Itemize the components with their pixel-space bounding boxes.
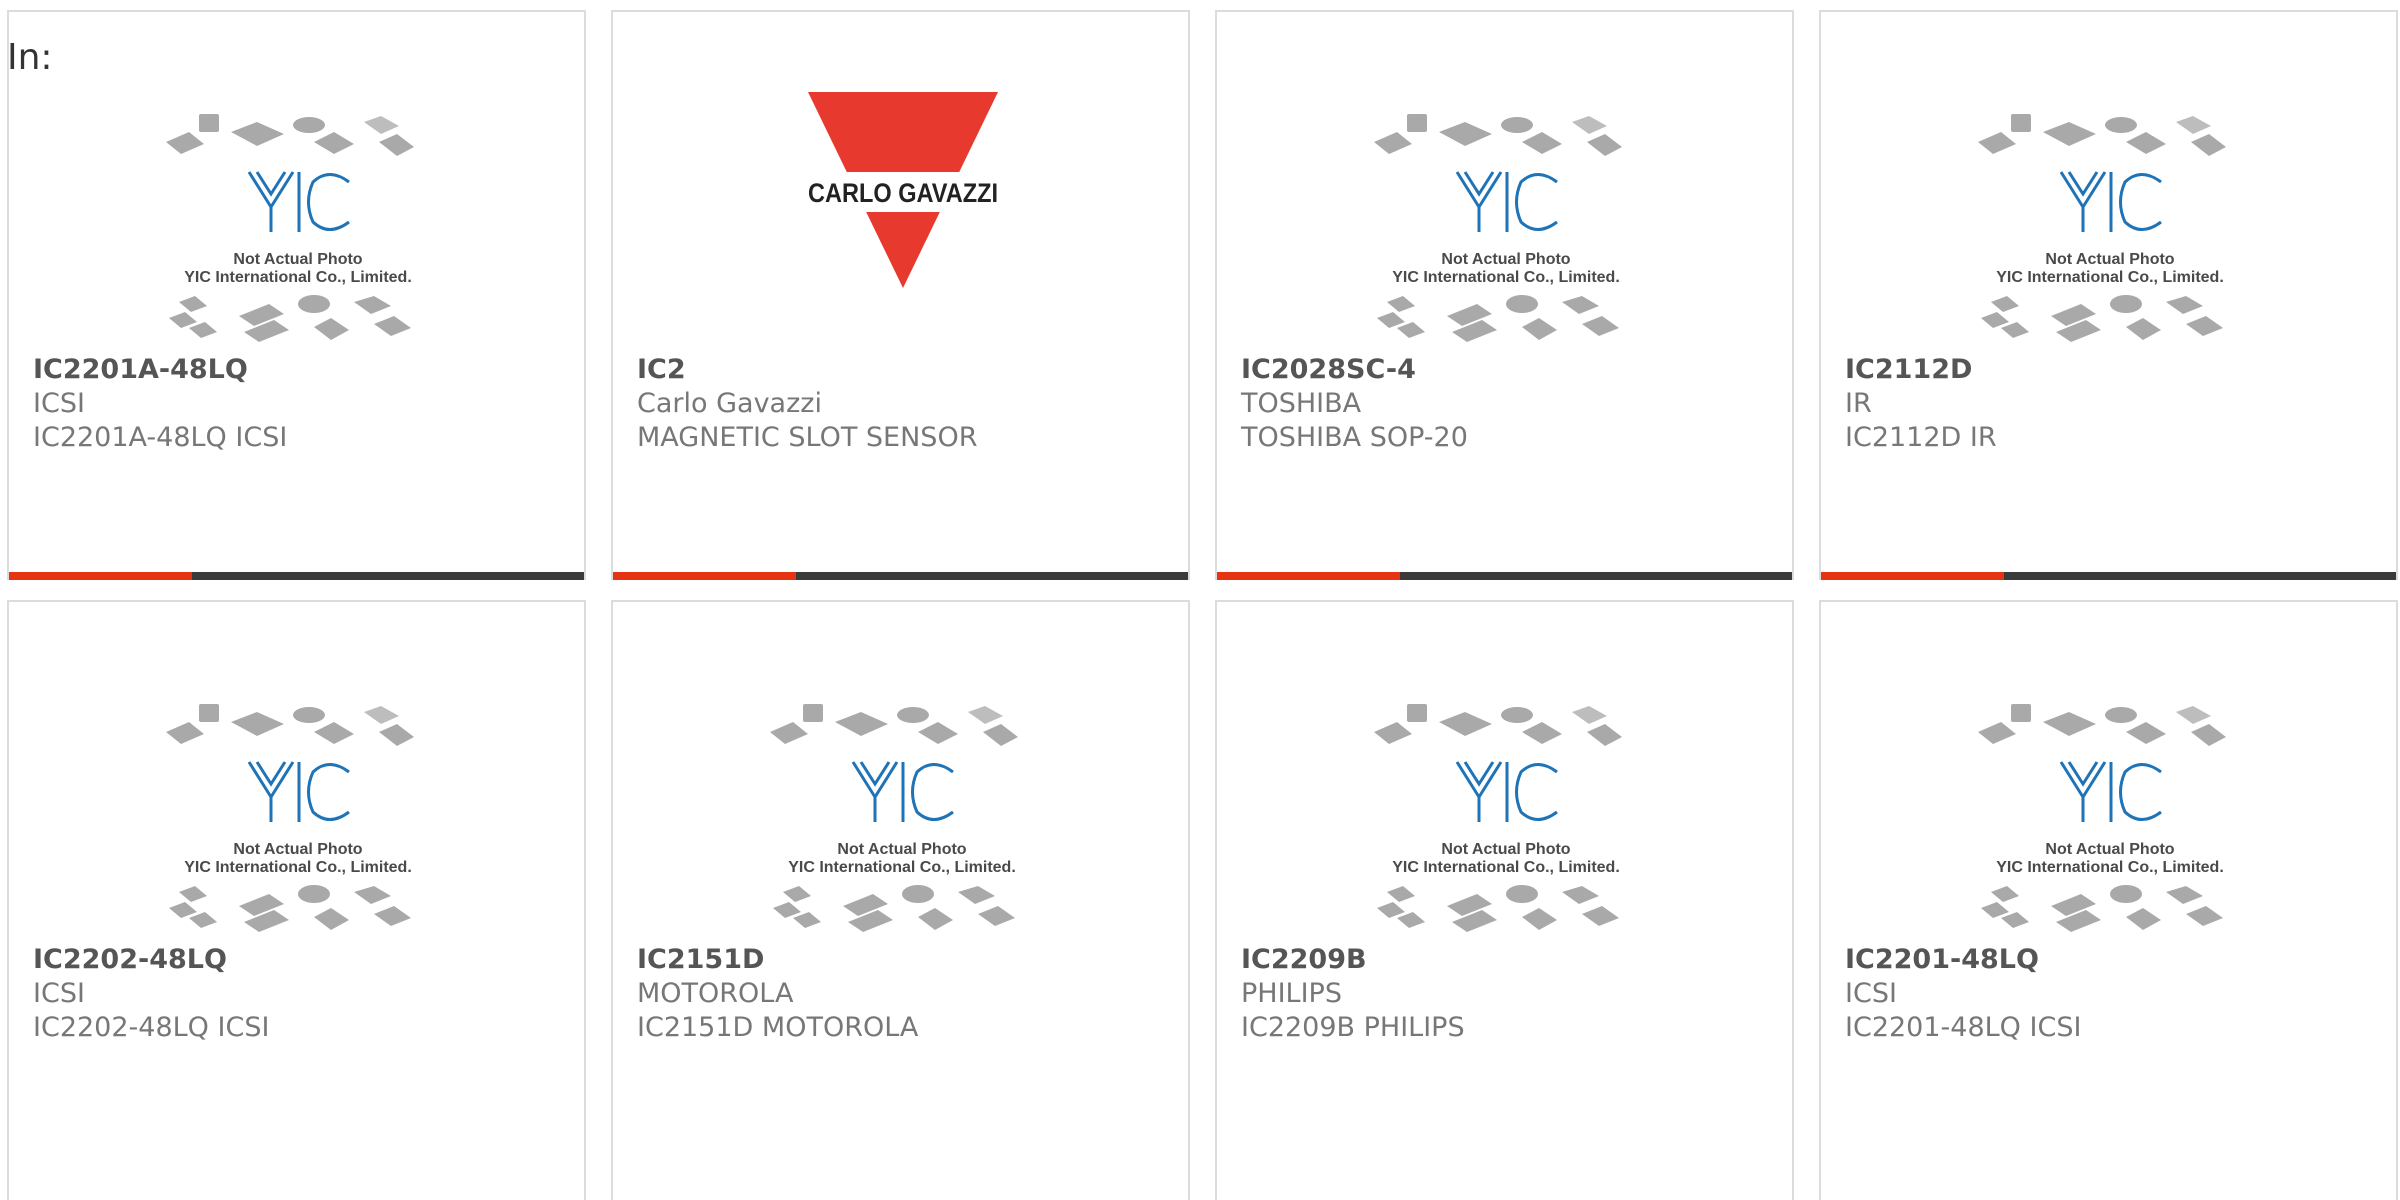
svg-text:CARLO GAVAZZI: CARLO GAVAZZI <box>808 178 998 208</box>
product-image-placeholder: Not Actual Photo YIC International Co., … <box>1821 682 2396 952</box>
card-bottom-bar <box>1821 572 2396 580</box>
svg-text:Not Actual Photo: Not Actual Photo <box>2045 841 2174 858</box>
svg-text:Not Actual Photo: Not Actual Photo <box>233 251 362 268</box>
svg-text:Not Actual Photo: Not Actual Photo <box>1441 251 1570 268</box>
product-description: IC2201-48LQ ICSI <box>1845 1012 2082 1043</box>
svg-text:Not Actual Photo: Not Actual Photo <box>2045 251 2174 268</box>
product-manufacturer: IR <box>1845 388 1872 419</box>
product-manufacturer: Carlo Gavazzi <box>637 388 822 419</box>
product-image-placeholder: Not Actual Photo YIC International Co., … <box>1821 92 2396 362</box>
product-card[interactable]: Not Actual Photo YIC International Co., … <box>1215 10 1794 580</box>
product-part-number[interactable]: IC2201A-48LQ <box>33 354 248 385</box>
product-manufacturer: ICSI <box>1845 978 1897 1009</box>
product-image-placeholder: Not Actual Photo YIC International Co., … <box>9 682 584 952</box>
svg-text:YIC International Co., Limited: YIC International Co., Limited. <box>1392 859 1620 876</box>
product-manufacturer: ICSI <box>33 388 85 419</box>
product-image-placeholder: Not Actual Photo YIC International Co., … <box>1217 682 1792 952</box>
product-description: TOSHIBA SOP-20 <box>1241 422 1468 453</box>
product-part-number[interactable]: IC2112D <box>1845 354 1972 385</box>
product-description: MAGNETIC SLOT SENSOR <box>637 422 978 453</box>
product-description: IC2151D MOTOROLA <box>637 1012 919 1043</box>
product-card[interactable]: Not Actual Photo YIC International Co., … <box>7 600 586 1200</box>
product-image-placeholder: Not Actual Photo YIC International Co., … <box>9 92 584 362</box>
svg-text:YIC International Co., Limited: YIC International Co., Limited. <box>184 859 412 876</box>
product-description: IC2112D IR <box>1845 422 1997 453</box>
svg-text:Not Actual Photo: Not Actual Photo <box>233 841 362 858</box>
product-image-placeholder: Not Actual Photo YIC International Co., … <box>613 682 1188 952</box>
svg-text:Not Actual Photo: Not Actual Photo <box>837 841 966 858</box>
product-card[interactable]: Not Actual Photo YIC International Co., … <box>1215 600 1794 1200</box>
product-manufacturer: TOSHIBA <box>1241 388 1362 419</box>
card-bottom-bar <box>1217 572 1792 580</box>
product-description: IC2209B PHILIPS <box>1241 1012 1465 1043</box>
product-manufacturer: MOTOROLA <box>637 978 794 1009</box>
product-description: IC2201A-48LQ ICSI <box>33 422 288 453</box>
product-description: IC2202-48LQ ICSI <box>33 1012 270 1043</box>
product-manufacturer: ICSI <box>33 978 85 1009</box>
card-bottom-bar <box>9 572 584 580</box>
card-bottom-bar <box>613 572 1188 580</box>
filter-label: In: <box>7 37 53 78</box>
product-card[interactable]: Not Actual Photo YIC International Co., … <box>611 600 1190 1200</box>
product-part-number[interactable]: IC2201-48LQ <box>1845 944 2039 975</box>
product-part-number[interactable]: IC2028SC-4 <box>1241 354 1416 385</box>
product-card[interactable]: Not Actual Photo YIC International Co., … <box>1819 600 2398 1200</box>
product-part-number[interactable]: IC2202-48LQ <box>33 944 227 975</box>
svg-text:YIC International Co., Limited: YIC International Co., Limited. <box>1996 269 2224 286</box>
product-card[interactable]: Not Actual Photo YIC International Co., … <box>7 10 586 580</box>
svg-text:YIC International Co., Limited: YIC International Co., Limited. <box>184 269 412 286</box>
product-card[interactable]: Not Actual Photo YIC International Co., … <box>1819 10 2398 580</box>
product-grid: Not Actual Photo YIC International Co., … <box>7 10 2400 1200</box>
product-manufacturer: PHILIPS <box>1241 978 1342 1009</box>
carlo-gavazzi-logo: CARLO GAVAZZI <box>613 92 1188 362</box>
svg-text:YIC International Co., Limited: YIC International Co., Limited. <box>1996 859 2224 876</box>
svg-text:YIC International Co., Limited: YIC International Co., Limited. <box>1392 269 1620 286</box>
product-part-number[interactable]: IC2209B <box>1241 944 1367 975</box>
product-part-number[interactable]: IC2151D <box>637 944 764 975</box>
product-card[interactable]: CARLO GAVAZZI IC2 Carlo Gavazzi MAGNETIC… <box>611 10 1190 580</box>
svg-text:YIC International Co., Limited: YIC International Co., Limited. <box>788 859 1016 876</box>
svg-text:Not Actual Photo: Not Actual Photo <box>1441 841 1570 858</box>
product-part-number[interactable]: IC2 <box>637 354 686 385</box>
product-image-placeholder: Not Actual Photo YIC International Co., … <box>1217 92 1792 362</box>
